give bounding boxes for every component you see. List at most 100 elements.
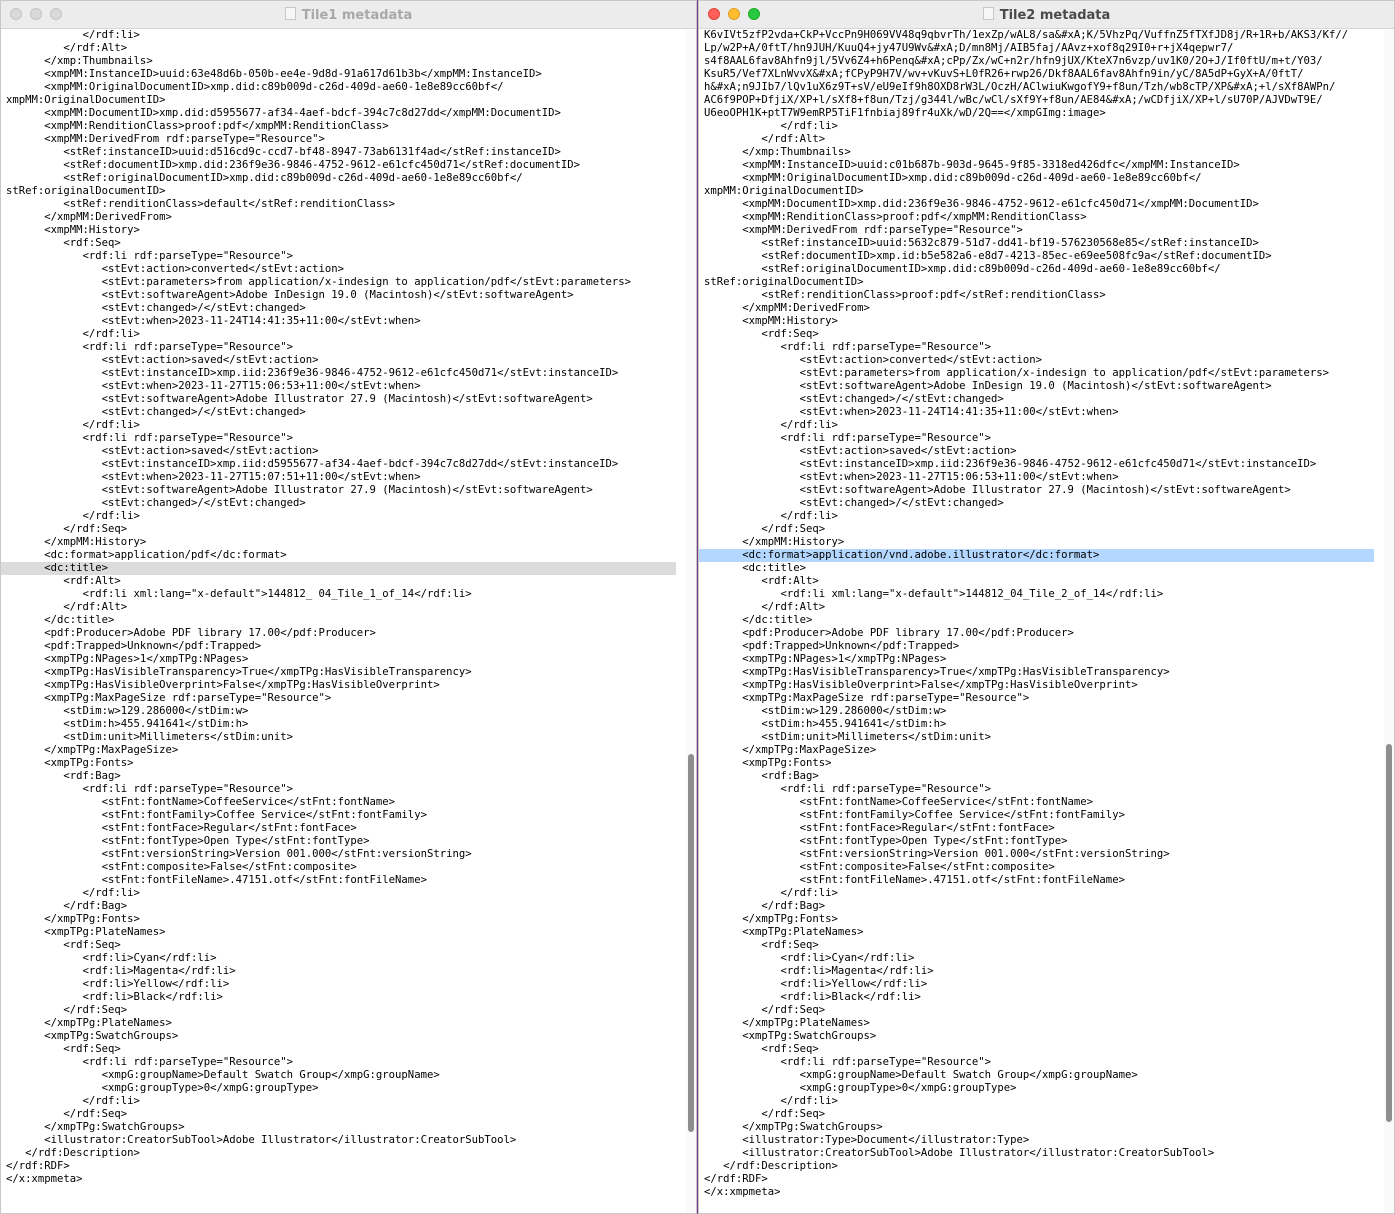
text-line[interactable]: <xmpTPg:HasVisibleOverprint>False</xmpTP…: [1, 679, 686, 692]
text-line[interactable]: </rdf:li>: [1, 887, 686, 900]
text-line[interactable]: <stRef:renditionClass>proof:pdf</stRef:r…: [699, 289, 1384, 302]
text-line[interactable]: <pdf:Trapped>Unknown</pdf:Trapped>: [1, 640, 686, 653]
text-line[interactable]: <stEvt:instanceID>xmp.iid:d5955677-af34-…: [1, 458, 686, 471]
text-line[interactable]: <stFnt:versionString>Version 001.000</st…: [1, 848, 686, 861]
text-line[interactable]: <stEvt:changed>/</stEvt:changed>: [1, 497, 686, 510]
text-line[interactable]: </x:xmpmeta>: [1, 1173, 686, 1186]
scrollbar-thumb[interactable]: [1386, 744, 1392, 1122]
text-line[interactable]: <stEvt:softwareAgent>Adobe InDesign 19.0…: [1, 289, 686, 302]
text-line[interactable]: </rdf:li>: [1, 328, 686, 341]
text-line[interactable]: <rdf:Seq>: [699, 328, 1384, 341]
text-line[interactable]: <rdf:li rdf:parseType="Resource">: [1, 432, 686, 445]
text-line[interactable]: <rdf:li rdf:parseType="Resource">: [1, 341, 686, 354]
text-line[interactable]: <rdf:li>Yellow</rdf:li>: [699, 978, 1384, 991]
text-line[interactable]: <xmpTPg:NPages>1</xmpTPg:NPages>: [1, 653, 686, 666]
text-line[interactable]: <rdf:Seq>: [699, 939, 1384, 952]
text-line[interactable]: </rdf:Alt>: [1, 601, 686, 614]
scrollbar-thumb[interactable]: [688, 754, 694, 1132]
text-line[interactable]: </xmpTPg:PlateNames>: [1, 1017, 686, 1030]
text-line[interactable]: <xmpTPg:MaxPageSize rdf:parseType="Resou…: [1, 692, 686, 705]
text-line[interactable]: <stEvt:parameters>from application/x-ind…: [699, 367, 1384, 380]
text-line[interactable]: <xmpMM:History>: [1, 224, 686, 237]
text-line[interactable]: <xmpMM:History>: [699, 315, 1384, 328]
text-line[interactable]: <xmpTPg:SwatchGroups>: [1, 1030, 686, 1043]
text-line[interactable]: <xmpG:groupName>Default Swatch Group</xm…: [1, 1069, 686, 1082]
text-line[interactable]: </rdf:li>: [699, 1095, 1384, 1108]
text-line[interactable]: h&#xA;n9JIb7/lQv1uX6z9T+sV/eU9eIf9h8OXD8…: [699, 81, 1384, 94]
text-line[interactable]: stRef:originalDocumentID>: [1, 185, 686, 198]
text-line[interactable]: xmpMM:OriginalDocumentID>: [1, 94, 686, 107]
text-line[interactable]: </rdf:Seq>: [1, 1108, 686, 1121]
text-line[interactable]: <rdf:li rdf:parseType="Resource">: [699, 783, 1384, 796]
text-line[interactable]: <stEvt:when>2023-11-24T14:41:35+11:00</s…: [1, 315, 686, 328]
text-line[interactable]: <stEvt:when>2023-11-24T14:41:35+11:00</s…: [699, 406, 1384, 419]
text-line[interactable]: <rdf:Seq>: [1, 237, 686, 250]
text-line[interactable]: <xmpMM:OriginalDocumentID>xmp.did:c89b00…: [699, 172, 1384, 185]
text-line[interactable]: <stFnt:fontFamily>Coffee Service</stFnt:…: [699, 809, 1384, 822]
text-line[interactable]: KsuR5/Vef7XLnWvvX&#xA;fCPyP9H7V/wv+vKuvS…: [699, 68, 1384, 81]
text-line[interactable]: <stEvt:changed>/</stEvt:changed>: [1, 406, 686, 419]
text-line[interactable]: <xmpTPg:SwatchGroups>: [699, 1030, 1384, 1043]
text-line[interactable]: <stEvt:softwareAgent>Adobe Illustrator 2…: [1, 393, 686, 406]
text-line[interactable]: </rdf:li>: [699, 510, 1384, 523]
text-line[interactable]: <stFnt:fontName>CoffeeService</stFnt:fon…: [699, 796, 1384, 809]
text-line[interactable]: </xmpTPg:MaxPageSize>: [699, 744, 1384, 757]
text-line[interactable]: <rdf:li rdf:parseType="Resource">: [699, 341, 1384, 354]
selected-text-line[interactable]: <dc:format>application/vnd.adobe.illustr…: [699, 549, 1374, 562]
text-line[interactable]: <stRef:instanceID>uuid:5632c879-51d7-dd4…: [699, 237, 1384, 250]
text-line[interactable]: <stDim:unit>Millimeters</stDim:unit>: [1, 731, 686, 744]
text-line[interactable]: </xmpTPg:Fonts>: [699, 913, 1384, 926]
text-line[interactable]: <rdf:Bag>: [1, 770, 686, 783]
text-line[interactable]: <stFnt:composite>False</stFnt:composite>: [1, 861, 686, 874]
text-line[interactable]: <xmpMM:InstanceID>uuid:63e48d6b-050b-ee4…: [1, 68, 686, 81]
text-line[interactable]: <xmpG:groupType>0</xmpG:groupType>: [699, 1082, 1384, 1095]
text-line[interactable]: <stFnt:versionString>Version 001.000</st…: [699, 848, 1384, 861]
text-line[interactable]: </rdf:Alt>: [699, 133, 1384, 146]
text-line[interactable]: <stFnt:fontFace>Regular</stFnt:fontFace>: [699, 822, 1384, 835]
text-line[interactable]: <xmpTPg:Fonts>: [699, 757, 1384, 770]
text-line[interactable]: <rdf:Seq>: [699, 1043, 1384, 1056]
text-line[interactable]: <xmpTPg:HasVisibleOverprint>False</xmpTP…: [699, 679, 1384, 692]
text-line[interactable]: <pdf:Producer>Adobe PDF library 17.00</p…: [1, 627, 686, 640]
text-line[interactable]: <stFnt:fontFileName>.47151.otf</stFnt:fo…: [1, 874, 686, 887]
title-bar[interactable]: Tile2 metadata: [699, 1, 1394, 29]
text-line[interactable]: <stRef:instanceID>uuid:d516cd9c-ccd7-bf4…: [1, 146, 686, 159]
text-line[interactable]: <rdf:li rdf:parseType="Resource">: [1, 783, 686, 796]
text-line[interactable]: <illustrator:CreatorSubTool>Adobe Illust…: [699, 1147, 1384, 1160]
text-line[interactable]: <stEvt:changed>/</stEvt:changed>: [699, 393, 1384, 406]
text-line[interactable]: </xmpTPg:MaxPageSize>: [1, 744, 686, 757]
text-line[interactable]: <rdf:li rdf:parseType="Resource">: [699, 1056, 1384, 1069]
text-line[interactable]: <stEvt:parameters>from application/x-ind…: [1, 276, 686, 289]
text-line[interactable]: <rdf:li>Magenta</rdf:li>: [699, 965, 1384, 978]
text-line[interactable]: <stFnt:fontFace>Regular</stFnt:fontFace>: [1, 822, 686, 835]
text-line[interactable]: <stRef:renditionClass>default</stRef:ren…: [1, 198, 686, 211]
text-line[interactable]: <stDim:h>455.941641</stDim:h>: [1, 718, 686, 731]
text-line[interactable]: stRef:originalDocumentID>: [699, 276, 1384, 289]
text-line[interactable]: <stFnt:fontFileName>.47151.otf</stFnt:fo…: [699, 874, 1384, 887]
text-line[interactable]: <stDim:w>129.286000</stDim:w>: [1, 705, 686, 718]
text-line[interactable]: <xmpMM:RenditionClass>proof:pdf</xmpMM:R…: [699, 211, 1384, 224]
text-line[interactable]: </rdf:li>: [699, 120, 1384, 133]
text-line[interactable]: <rdf:li rdf:parseType="Resource">: [1, 250, 686, 263]
text-line[interactable]: <rdf:Bag>: [699, 770, 1384, 783]
text-line[interactable]: </xmpTPg:Fonts>: [1, 913, 686, 926]
text-line[interactable]: <xmpMM:DocumentID>xmp.did:236f9e36-9846-…: [699, 198, 1384, 211]
text-line[interactable]: <stRef:originalDocumentID>xmp.did:c89b00…: [1, 172, 686, 185]
text-line[interactable]: </x:xmpmeta>: [699, 1186, 1384, 1199]
text-line[interactable]: <stEvt:action>saved</stEvt:action>: [699, 445, 1384, 458]
text-line[interactable]: <xmpTPg:MaxPageSize rdf:parseType="Resou…: [699, 692, 1384, 705]
text-line[interactable]: <stFnt:fontType>Open Type</stFnt:fontTyp…: [699, 835, 1384, 848]
text-line[interactable]: <stEvt:instanceID>xmp.iid:236f9e36-9846-…: [699, 458, 1384, 471]
text-line[interactable]: xmpMM:OriginalDocumentID>: [699, 185, 1384, 198]
text-line[interactable]: <stEvt:action>saved</stEvt:action>: [1, 354, 686, 367]
text-line[interactable]: <pdf:Producer>Adobe PDF library 17.00</p…: [699, 627, 1384, 640]
text-line[interactable]: <xmpMM:DocumentID>xmp.did:d5955677-af34-…: [1, 107, 686, 120]
text-line[interactable]: <rdf:li xml:lang="x-default">144812_04_T…: [699, 588, 1384, 601]
text-line[interactable]: <rdf:li>Black</rdf:li>: [699, 991, 1384, 1004]
text-line[interactable]: <xmpTPg:HasVisibleTransparency>True</xmp…: [1, 666, 686, 679]
text-line[interactable]: <rdf:Seq>: [1, 1043, 686, 1056]
text-line[interactable]: <stDim:w>129.286000</stDim:w>: [699, 705, 1384, 718]
text-line[interactable]: <xmpMM:DerivedFrom rdf:parseType="Resour…: [699, 224, 1384, 237]
text-line[interactable]: <rdf:li>Cyan</rdf:li>: [699, 952, 1384, 965]
text-line[interactable]: </xmpTPg:PlateNames>: [699, 1017, 1384, 1030]
